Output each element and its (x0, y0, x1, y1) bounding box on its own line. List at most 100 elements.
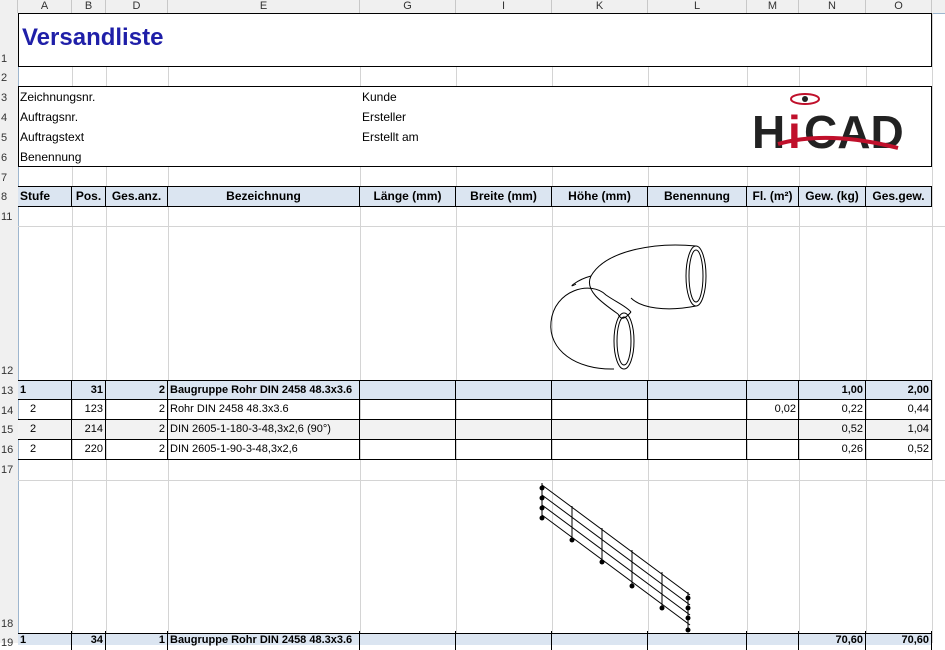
col-header-k[interactable]: K (552, 0, 648, 13)
cell-laenge[interactable] (360, 400, 456, 419)
th-laenge[interactable]: Länge (mm) (360, 187, 456, 206)
th-flaeche[interactable]: Fl. (m²) (747, 187, 799, 206)
cell-laenge[interactable] (360, 381, 456, 400)
col-header-i[interactable]: I (456, 0, 552, 13)
row-header-18[interactable]: 18 (0, 618, 19, 630)
cell-ges-gew[interactable]: 70,60 (866, 631, 932, 650)
cell-gewicht[interactable]: 0,52 (799, 420, 866, 439)
th-hoehe[interactable]: Höhe (mm) (552, 187, 648, 206)
col-header-b[interactable]: B (72, 0, 106, 13)
cell-stufe[interactable]: 1 (18, 631, 72, 650)
col-header-n[interactable]: N (799, 0, 866, 13)
table-row[interactable]: 2 123 2 Rohr DIN 2458 48.3x3.6 0,02 0,22… (18, 400, 932, 420)
cell-anz[interactable]: 2 (106, 381, 168, 400)
row-header-12[interactable]: 12 (0, 365, 19, 377)
cell-breite[interactable] (456, 631, 552, 650)
th-ges-anz[interactable]: Ges.anz. (106, 187, 168, 206)
cell-laenge[interactable] (360, 631, 456, 650)
cell-anz[interactable]: 2 (106, 440, 168, 459)
cell-anz[interactable]: 1 (106, 631, 168, 650)
cell-gewicht[interactable]: 1,00 (799, 381, 866, 400)
cell-hoehe[interactable] (552, 381, 648, 400)
cell-hoehe[interactable] (552, 400, 648, 419)
table-row[interactable]: 1 34 1 Baugruppe Rohr DIN 2458 48.3x3.6 … (18, 631, 932, 650)
col-header-g[interactable]: G (360, 0, 456, 13)
cell-benennung[interactable] (648, 381, 747, 400)
cell-benennung[interactable] (648, 400, 747, 419)
th-pos[interactable]: Pos. (72, 187, 106, 206)
row-header-4[interactable]: 4 (0, 112, 19, 124)
cell-gewicht[interactable]: 0,26 (799, 440, 866, 459)
cell-benennung[interactable] (648, 440, 747, 459)
row-header-16[interactable]: 16 (0, 444, 19, 456)
cell-pos[interactable]: 34 (72, 631, 106, 650)
cell-gewicht[interactable]: 0,22 (799, 400, 866, 419)
cell-hoehe[interactable] (552, 631, 648, 650)
cell-bezeichnung[interactable]: DIN 2605-1-90-3-48,3x2,6 (168, 440, 360, 459)
row-header-7[interactable]: 7 (0, 172, 19, 184)
th-ges-gew[interactable]: Ges.gew. (866, 187, 932, 206)
cell-benennung[interactable] (648, 420, 747, 439)
cell-gewicht[interactable]: 70,60 (799, 631, 866, 650)
table-row[interactable]: 2 214 2 DIN 2605-1-180-3-48,3x2,6 (90°) … (18, 420, 932, 440)
select-all-corner[interactable] (0, 0, 18, 13)
cell-laenge[interactable] (360, 420, 456, 439)
row-header-2[interactable]: 2 (0, 72, 19, 84)
cell-stufe[interactable]: 1 (18, 381, 72, 400)
cell-flaeche[interactable]: 0,02 (747, 400, 799, 419)
cell-ges-gew[interactable]: 0,44 (866, 400, 932, 419)
cell-flaeche[interactable] (747, 381, 799, 400)
row-header-17[interactable]: 17 (0, 464, 19, 476)
th-benennung[interactable]: Benennung (648, 187, 747, 206)
th-breite[interactable]: Breite (mm) (456, 187, 552, 206)
cell-pos[interactable]: 220 (72, 440, 106, 459)
cell-breite[interactable] (456, 400, 552, 419)
cell-breite[interactable] (456, 440, 552, 459)
th-bezeichnung[interactable]: Bezeichnung (168, 187, 360, 206)
col-header-l[interactable]: L (648, 0, 747, 13)
cell-stufe[interactable]: 2 (18, 400, 72, 419)
cell-breite[interactable] (456, 381, 552, 400)
row-header-6[interactable]: 6 (0, 152, 19, 164)
row-header-19[interactable]: 19 (0, 637, 19, 649)
col-header-d[interactable]: D (106, 0, 168, 13)
cell-laenge[interactable] (360, 440, 456, 459)
cell-pos[interactable]: 123 (72, 400, 106, 419)
cell-pos[interactable]: 31 (72, 381, 106, 400)
cell-bezeichnung[interactable]: DIN 2605-1-180-3-48,3x2,6 (90°) (168, 420, 360, 439)
cell-hoehe[interactable] (552, 420, 648, 439)
cell-flaeche[interactable] (747, 420, 799, 439)
cell-flaeche[interactable] (747, 631, 799, 650)
row-header-8[interactable]: 8 (0, 191, 19, 203)
table-row[interactable]: 2 220 2 DIN 2605-1-90-3-48,3x2,6 0,26 0,… (18, 440, 932, 460)
col-header-m[interactable]: M (747, 0, 799, 13)
row-header-15[interactable]: 15 (0, 424, 19, 436)
row-header-13[interactable]: 13 (0, 385, 19, 397)
cell-ges-gew[interactable]: 1,04 (866, 420, 932, 439)
cell-bezeichnung[interactable]: Baugruppe Rohr DIN 2458 48.3x3.6 (168, 381, 360, 400)
cell-anz[interactable]: 2 (106, 420, 168, 439)
table-row[interactable]: 1 31 2 Baugruppe Rohr DIN 2458 48.3x3.6 … (18, 380, 932, 400)
cell-stufe[interactable]: 2 (18, 420, 72, 439)
row-header-1[interactable]: 1 (0, 53, 19, 65)
cell-breite[interactable] (456, 420, 552, 439)
th-gewicht[interactable]: Gew. (kg) (799, 187, 866, 206)
cell-bezeichnung[interactable]: Baugruppe Rohr DIN 2458 48.3x3.6 (168, 631, 360, 650)
row-header-14[interactable]: 14 (0, 405, 19, 417)
cell-bezeichnung[interactable]: Rohr DIN 2458 48.3x3.6 (168, 400, 360, 419)
row-header-3[interactable]: 3 (0, 92, 19, 104)
cell-flaeche[interactable] (747, 440, 799, 459)
cell-benennung[interactable] (648, 631, 747, 650)
col-header-e[interactable]: E (168, 0, 360, 13)
row-header-5[interactable]: 5 (0, 132, 19, 144)
row-header-11[interactable]: 11 (0, 211, 19, 223)
cell-stufe[interactable]: 2 (18, 440, 72, 459)
cell-ges-gew[interactable]: 0,52 (866, 440, 932, 459)
col-header-a[interactable]: A (18, 0, 72, 13)
col-header-o[interactable]: O (866, 0, 932, 13)
cell-pos[interactable]: 214 (72, 420, 106, 439)
cell-ges-gew[interactable]: 2,00 (866, 381, 932, 400)
cell-hoehe[interactable] (552, 440, 648, 459)
cell-anz[interactable]: 2 (106, 400, 168, 419)
th-stufe[interactable]: Stufe (18, 187, 72, 206)
